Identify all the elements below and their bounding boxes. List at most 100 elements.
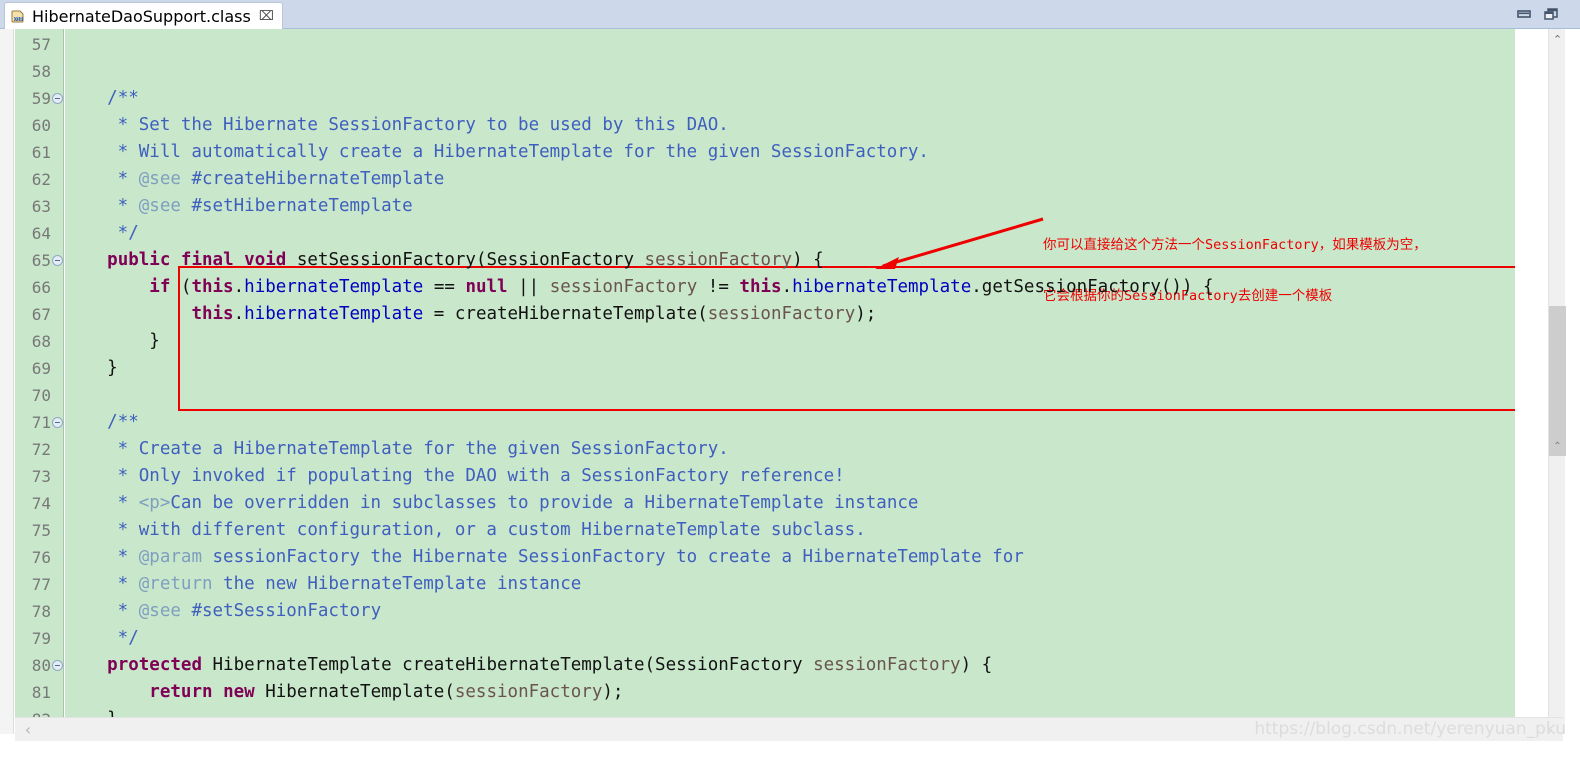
code-token-fld: hibernateTemplate: [244, 304, 424, 324]
code-token-doctag: <p>: [138, 493, 171, 513]
fold-collapse-icon[interactable]: [52, 255, 63, 266]
code-line[interactable]: this.hibernateTemplate = createHibernate…: [65, 301, 876, 328]
code-token-kw: if: [149, 277, 171, 297]
code-token-fld: hibernateTemplate: [792, 277, 972, 297]
code-token-doc: *: [65, 601, 139, 621]
code-line[interactable]: * Set the Hibernate SessionFactory to be…: [65, 112, 729, 139]
line-number: 64: [31, 224, 51, 243]
scroll-left-glyph: ‹: [24, 720, 32, 739]
code-token-kw: this: [739, 277, 782, 297]
scroll-up-glyph: ⌃: [1552, 33, 1563, 46]
code-token-kw: final: [180, 250, 234, 270]
code-token-plain: );: [602, 682, 624, 702]
code-line[interactable]: public final void setSessionFactory(Sess…: [65, 247, 824, 274]
code-token-doc: * Will automatically create a HibernateT…: [65, 142, 929, 162]
line-number-gutter[interactable]: 57 58 59 60 61 62 63 64 65 66 67 68 69 70 71 72 73 74 75 76…: [15, 29, 64, 734]
code-token-kw: this: [191, 277, 234, 297]
code-token-plain: .getSessionFactory()) {: [971, 277, 1214, 297]
code-token-doc: * Create a HibernateTemplate for the giv…: [65, 439, 729, 459]
code-line[interactable]: if (this.hibernateTemplate == null || se…: [65, 274, 1214, 301]
code-token-plain: HibernateTemplate(: [254, 682, 455, 702]
code-token-plain: !=: [697, 277, 740, 297]
code-token-plain: }: [65, 331, 160, 351]
code-token-doc: * Only invoked if populating the DAO wit…: [65, 466, 845, 486]
scroll-up-icon[interactable]: ⌃: [1549, 31, 1566, 48]
code-token-doc: #setSessionFactory: [180, 601, 382, 621]
line-number: 61: [31, 143, 51, 162]
code-line[interactable]: /**: [65, 85, 139, 112]
code-text-area[interactable]: 你可以直接给这个方法一个SessionFactory，如果模板为空， 它会根据你…: [65, 29, 1515, 734]
code-line[interactable]: * @see #setSessionFactory: [65, 598, 381, 625]
line-number: 76: [31, 548, 51, 567]
line-number: 79: [31, 629, 51, 648]
line-number: 65: [31, 251, 51, 270]
scroll-right-glyph: ›: [1546, 720, 1554, 739]
code-token-doc: *: [65, 493, 139, 513]
line-number: 71: [31, 413, 51, 432]
code-token-doctag: @param: [138, 547, 202, 567]
code-token-doc: #setHibernateTemplate: [180, 196, 413, 216]
vertical-scrollbar-thumb[interactable]: ⌃: [1549, 306, 1566, 456]
code-token-kw: this: [191, 304, 234, 324]
tab-label: HibernateDaoSupport.class: [32, 6, 251, 26]
code-token-plain: .: [233, 304, 245, 324]
code-line[interactable]: * Only invoked if populating the DAO wit…: [65, 463, 845, 490]
code-token-plain: .: [233, 277, 245, 297]
line-number: 57: [31, 35, 51, 54]
code-token-doc: #createHibernateTemplate: [180, 169, 445, 189]
code-line[interactable]: * @see #createHibernateTemplate: [65, 166, 445, 193]
line-number: 74: [31, 494, 51, 513]
code-line[interactable]: }: [65, 355, 118, 382]
fold-collapse-icon[interactable]: [52, 660, 63, 671]
vertical-scrollbar[interactable]: ⌃ ⌃ ⌄: [1548, 29, 1566, 734]
code-line[interactable]: * @see #setHibernateTemplate: [65, 193, 413, 220]
code-token-doctag: @see: [138, 196, 181, 216]
code-line[interactable]: */: [65, 625, 139, 652]
code-token-param: sessionFactory: [454, 682, 603, 702]
line-number: 60: [31, 116, 51, 135]
code-line[interactable]: * <p>Can be overridden in subclasses to …: [65, 490, 919, 517]
code-token-doc: *: [65, 547, 139, 567]
line-number: 63: [31, 197, 51, 216]
code-line[interactable]: protected HibernateTemplate createHibern…: [65, 652, 992, 679]
maximize-button[interactable]: [1542, 6, 1560, 22]
line-number: 73: [31, 467, 51, 486]
code-line[interactable]: * with different configuration, or a cus…: [65, 517, 866, 544]
svg-text:010: 010: [14, 16, 22, 21]
scroll-left-icon[interactable]: ‹: [18, 718, 38, 742]
code-line[interactable]: return new HibernateTemplate(sessionFact…: [65, 679, 623, 706]
line-number: 81: [31, 683, 51, 702]
code-token-doc: *: [65, 574, 139, 594]
code-token-doc: /**: [107, 412, 139, 432]
code-token-kw: protected: [107, 655, 202, 675]
line-number: 69: [31, 359, 51, 378]
code-line[interactable]: * Will automatically create a HibernateT…: [65, 139, 929, 166]
code-line[interactable]: }: [65, 328, 160, 355]
line-number: 66: [31, 278, 51, 297]
fold-collapse-icon[interactable]: [52, 417, 63, 428]
tab-hibernatedaosupport-class[interactable]: 010 HibernateDaoSupport.class ⌧: [4, 2, 283, 29]
code-token-doc: */: [65, 223, 139, 243]
code-token-doc: */: [65, 628, 139, 648]
code-token-plain: }: [65, 358, 118, 378]
code-token-plain: ) {: [960, 655, 993, 675]
code-line[interactable]: * @return the new HibernateTemplate inst…: [65, 571, 582, 598]
code-line[interactable]: /**: [65, 409, 139, 436]
fold-collapse-icon[interactable]: [52, 93, 63, 104]
code-line[interactable]: * @param sessionFactory the Hibernate Se…: [65, 544, 1024, 571]
minimize-button[interactable]: [1515, 6, 1533, 22]
close-icon[interactable]: ⌧: [259, 10, 274, 23]
horizontal-scrollbar[interactable]: ‹ ›: [15, 717, 1563, 741]
code-token-param: sessionFactory: [707, 304, 856, 324]
code-token-kw: return: [149, 682, 213, 702]
code-line[interactable]: */: [65, 220, 139, 247]
code-line[interactable]: * Create a HibernateTemplate for the giv…: [65, 436, 729, 463]
scroll-right-icon[interactable]: ›: [1540, 718, 1560, 742]
code-token-plain: );: [855, 304, 877, 324]
